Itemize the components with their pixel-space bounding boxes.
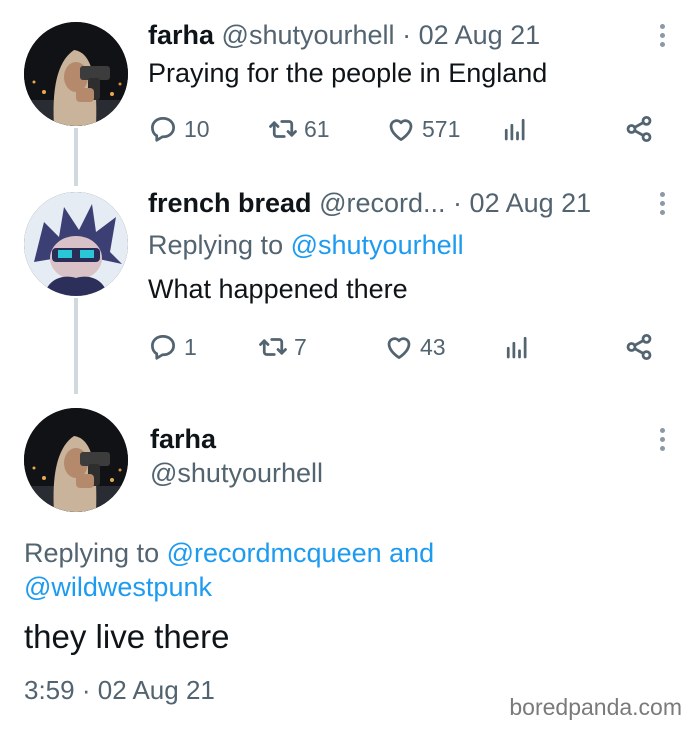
- user-name[interactable]: farha: [150, 424, 216, 455]
- heart-icon: [387, 337, 411, 359]
- analytics-icon: [506, 336, 527, 359]
- share-icon: [626, 334, 652, 360]
- tweet-text: they live there: [24, 618, 230, 655]
- tweet-actions: 1 7 43: [148, 330, 668, 364]
- separator-dot: ·: [402, 20, 412, 50]
- tweet-header: farha @shutyourhell · 02 Aug 21: [148, 20, 540, 51]
- tweet-date[interactable]: 02 Aug 21: [470, 188, 592, 218]
- share-button[interactable]: [624, 330, 654, 364]
- replying-to: Replying to @shutyourhell: [148, 230, 464, 261]
- retweet-count: 61: [304, 115, 330, 142]
- replying-label: Replying to: [148, 230, 284, 260]
- tweet-actions: 10 61 571: [148, 112, 668, 146]
- avatar[interactable]: [24, 22, 128, 126]
- tweet-text: Praying for the people in England: [148, 58, 548, 88]
- avatar[interactable]: [24, 408, 128, 512]
- retweet-button[interactable]: 61: [268, 112, 330, 146]
- share-icon: [626, 116, 652, 142]
- tweet-date[interactable]: 02 Aug 21: [419, 20, 541, 50]
- reply-icon: [151, 117, 175, 142]
- mention-link[interactable]: @shutyourhell: [291, 230, 464, 260]
- reply-count: 1: [184, 333, 197, 360]
- more-icon[interactable]: [658, 428, 666, 455]
- replying-and: and: [389, 538, 435, 568]
- heart-icon: [389, 119, 413, 141]
- tweet-header: french bread @record... · 02 Aug 21: [148, 188, 591, 219]
- share-button[interactable]: [624, 112, 654, 146]
- more-icon[interactable]: [658, 24, 666, 51]
- like-count: 571: [422, 115, 461, 142]
- user-handle[interactable]: @record...: [319, 188, 445, 218]
- retweet-button[interactable]: 7: [258, 330, 307, 364]
- user-handle[interactable]: @shutyourhell: [222, 20, 395, 50]
- tweet-timestamp[interactable]: 3:59 · 02 Aug 21: [24, 675, 215, 706]
- views-button[interactable]: [500, 112, 530, 146]
- tweet-time: 3:59: [24, 675, 75, 705]
- avatar[interactable]: [24, 192, 128, 296]
- mention-link[interactable]: @recordmcqueen: [167, 538, 382, 568]
- retweet-icon: [259, 338, 287, 356]
- thread-line: [74, 298, 78, 394]
- replying-to: Replying to @recordmcqueen and @wildwest…: [24, 536, 504, 604]
- user-name[interactable]: farha: [148, 20, 214, 50]
- reply-icon: [151, 335, 175, 360]
- separator-dot: ·: [81, 675, 91, 705]
- user-handle[interactable]: @shutyourhell: [150, 458, 323, 489]
- reply-button[interactable]: 10: [148, 112, 210, 146]
- user-name[interactable]: french bread: [148, 188, 312, 218]
- like-count: 43: [420, 333, 446, 360]
- like-button[interactable]: 43: [384, 330, 446, 364]
- thread-line: [74, 128, 78, 186]
- mention-link[interactable]: @wildwestpunk: [24, 572, 212, 602]
- analytics-icon: [504, 118, 525, 141]
- reply-count: 10: [184, 115, 210, 142]
- separator-dot: ·: [453, 188, 463, 218]
- reply-button[interactable]: 1: [148, 330, 197, 364]
- retweet-icon: [269, 120, 297, 138]
- tweet-date: 02 Aug 21: [97, 675, 215, 705]
- retweet-count: 7: [294, 333, 307, 360]
- tweet-text: What happened there: [148, 274, 408, 304]
- views-button[interactable]: [502, 330, 532, 364]
- watermark: boredpanda.com: [509, 694, 682, 720]
- replying-label: Replying to: [24, 538, 160, 568]
- like-button[interactable]: 571: [386, 112, 460, 146]
- more-icon[interactable]: [658, 192, 666, 219]
